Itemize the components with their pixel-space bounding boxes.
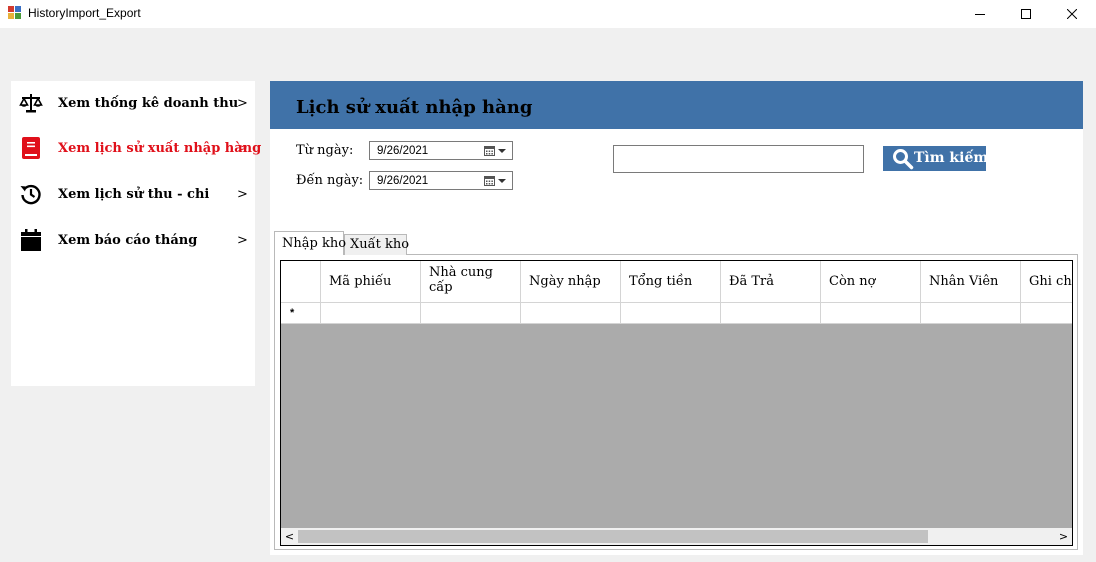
grid-cell[interactable] <box>721 303 821 324</box>
sidebar-item-monthly-report[interactable]: Xem báo cáo tháng > <box>11 220 255 260</box>
sidebar-item-label: Xem thống kê doanh thu <box>58 96 239 111</box>
sidebar-item-income-expense-history[interactable]: Xem lịch sử thu - chi > <box>11 174 255 214</box>
column-header[interactable]: Nhà cung cấp <box>421 261 521 303</box>
row-header-corner <box>281 261 321 303</box>
sidebar-item-label: Xem lịch sử thu - chi <box>58 187 210 202</box>
column-header[interactable]: Ngày nhập <box>521 261 621 303</box>
sidebar: Xem thống kê doanh thu > Xem lịch sử xuấ… <box>11 81 261 386</box>
table-row[interactable]: * <box>281 303 1072 324</box>
search-button-label: Tìm kiếm <box>914 150 989 166</box>
main-panel: Lịch sử xuất nhập hàng Từ ngày: 9/26/202… <box>270 81 1083 555</box>
sidebar-item-import-export-history[interactable]: Xem lịch sử xuất nhập hàng > <box>11 128 261 168</box>
chevron-right-icon: > <box>237 141 248 156</box>
window-title: HistoryImport_Export <box>28 6 141 20</box>
horizontal-scrollbar[interactable]: < > <box>281 528 1072 545</box>
close-button[interactable] <box>1049 0 1095 28</box>
sidebar-item-label: Xem lịch sử xuất nhập hàng <box>58 141 262 156</box>
grid-cell[interactable] <box>521 303 621 324</box>
to-date-value: 9/26/2021 <box>377 175 429 187</box>
column-header[interactable]: Còn nợ <box>821 261 921 303</box>
app-icon <box>8 6 21 19</box>
title-bar: HistoryImport_Export <box>0 0 1096 28</box>
grid-cell[interactable] <box>321 303 421 324</box>
from-date-value: 9/26/2021 <box>377 145 429 157</box>
grid-cell[interactable] <box>921 303 1021 324</box>
column-header[interactable]: Nhân Viên <box>921 261 1021 303</box>
sidebar-item-revenue-stats[interactable]: Xem thống kê doanh thu > <box>11 83 255 123</box>
grid-cell[interactable] <box>1021 303 1072 324</box>
minimize-button[interactable] <box>957 0 1003 28</box>
scrollbar-thumb[interactable] <box>298 530 928 543</box>
calendar-icon <box>484 176 495 186</box>
chevron-down-icon <box>498 149 506 153</box>
row-header[interactable]: * <box>281 303 321 324</box>
sidebar-item-label: Xem báo cáo tháng <box>58 233 198 248</box>
grid-cell[interactable] <box>621 303 721 324</box>
maximize-icon <box>1021 9 1031 19</box>
search-icon <box>893 149 914 170</box>
search-button[interactable]: Tìm kiếm <box>883 146 989 171</box>
page-title: Lịch sử xuất nhập hàng <box>296 97 533 118</box>
chevron-down-icon <box>498 179 506 183</box>
close-icon <box>1067 9 1077 19</box>
history-icon <box>20 184 41 205</box>
column-header[interactable]: Mã phiếu <box>321 261 421 303</box>
scale-icon <box>19 94 43 113</box>
calendar-icon <box>21 229 41 251</box>
to-date-label: Đến ngày: <box>296 173 364 188</box>
new-row-marker: * <box>290 307 295 319</box>
header-band: Lịch sử xuất nhập hàng <box>270 81 1083 129</box>
tab-export[interactable]: Xuất kho <box>344 234 409 255</box>
column-header[interactable]: Ghi chú <box>1021 261 1072 303</box>
tab-import[interactable]: Nhập kho <box>274 231 346 255</box>
calendar-icon <box>484 146 495 156</box>
column-header[interactable]: Tổng tiền <box>621 261 721 303</box>
data-grid[interactable]: Mã phiếu Nhà cung cấp Ngày nhập Tổng tiề… <box>280 260 1073 546</box>
minimize-icon <box>975 14 985 15</box>
from-date-picker[interactable]: 9/26/2021 <box>369 141 513 160</box>
chevron-right-icon: > <box>237 96 248 111</box>
chevron-right-icon: > <box>237 233 248 248</box>
grid-cell[interactable] <box>821 303 921 324</box>
scroll-left-icon[interactable]: < <box>281 528 298 545</box>
search-input[interactable] <box>613 145 864 173</box>
book-icon <box>22 137 40 159</box>
to-date-picker[interactable]: 9/26/2021 <box>369 171 513 190</box>
grid-cell[interactable] <box>421 303 521 324</box>
column-header[interactable]: Đã Trả <box>721 261 821 303</box>
maximize-button[interactable] <box>1003 0 1049 28</box>
chevron-right-icon: > <box>237 187 248 202</box>
scroll-right-icon[interactable]: > <box>1055 528 1072 545</box>
from-date-label: Từ ngày: <box>296 143 354 158</box>
grid-header: Mã phiếu Nhà cung cấp Ngày nhập Tổng tiề… <box>281 261 1072 303</box>
